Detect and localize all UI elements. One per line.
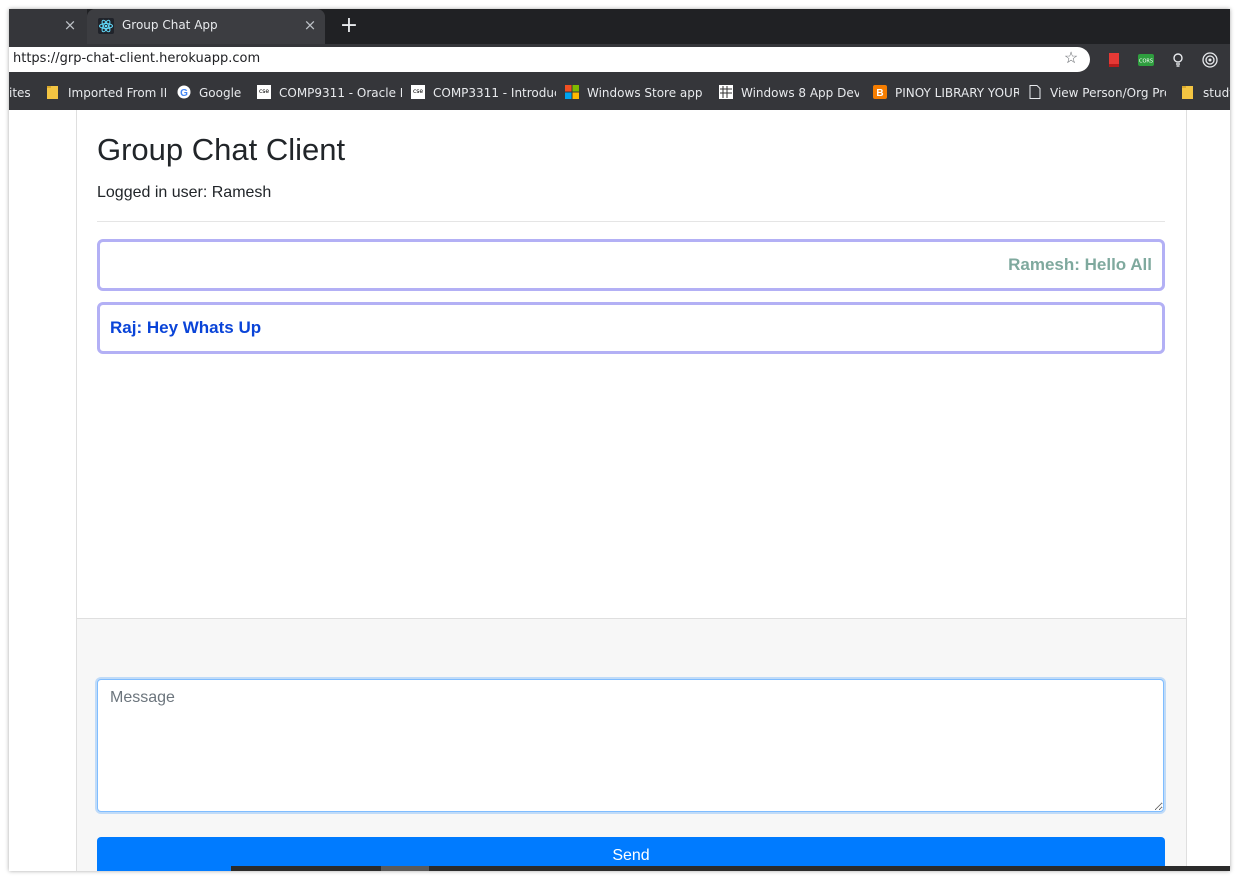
react-icon bbox=[98, 18, 114, 34]
folder-icon bbox=[47, 86, 58, 99]
bookmark-comp3311[interactable]: cse COMP3311 - Introduc bbox=[411, 85, 556, 101]
bookmark-label: Google bbox=[199, 86, 242, 100]
page-viewport: Group Chat Client Logged in user: Ramesh… bbox=[9, 110, 1230, 871]
close-icon[interactable]: × bbox=[62, 17, 78, 33]
bookmark-label: study bbox=[1203, 86, 1230, 100]
cse-icon: cse bbox=[411, 85, 425, 99]
cors-extension-icon[interactable]: CORS bbox=[1138, 52, 1154, 68]
bookmark-google[interactable]: G Google bbox=[177, 85, 247, 101]
bookmark-folder-study[interactable]: study bbox=[1181, 85, 1230, 101]
svg-text:B: B bbox=[876, 88, 883, 99]
star-icon[interactable]: ☆ bbox=[1062, 50, 1080, 68]
bookmark-label: Windows Store app d bbox=[587, 86, 703, 100]
chat-message: Raj: Hey Whats Up bbox=[97, 302, 1165, 354]
chat-card: Group Chat Client Logged in user: Ramesh… bbox=[76, 110, 1187, 871]
svg-text:cse: cse bbox=[413, 88, 423, 95]
tab-strip: × Group Chat App × + bbox=[9, 9, 1230, 44]
chat-card-footer: Send bbox=[77, 618, 1186, 871]
bookmark-label: PINOY LIBRARY YOUR bbox=[895, 86, 1019, 100]
bookmark-pinoy-library[interactable]: B PINOY LIBRARY YOUR bbox=[873, 85, 1019, 101]
address-toolbar: https://grp-chat-client.herokuapp.com ☆ … bbox=[9, 44, 1230, 75]
bookmark-label: COMP3311 - Introduc bbox=[433, 86, 556, 100]
divider bbox=[97, 221, 1165, 222]
chat-message: Ramesh: Hello All bbox=[97, 239, 1165, 291]
bookmark-label: ites bbox=[9, 86, 31, 100]
windows-icon bbox=[565, 85, 579, 99]
bookmark-label: View Person/Org Prof bbox=[1050, 86, 1166, 100]
browser-window: × Group Chat App × + https://grp-chat-cl… bbox=[9, 9, 1230, 871]
url-text[interactable]: https://grp-chat-client.herokuapp.com bbox=[13, 51, 260, 66]
bookmark-extension-icon[interactable] bbox=[1106, 52, 1122, 68]
tab-title: Group Chat App bbox=[122, 18, 218, 32]
tab-active[interactable]: Group Chat App × bbox=[87, 9, 325, 44]
bookmark-windows-store[interactable]: Windows Store app d bbox=[565, 85, 703, 101]
address-bar[interactable]: https://grp-chat-client.herokuapp.com ☆ bbox=[9, 47, 1090, 72]
google-icon: G bbox=[177, 85, 191, 99]
blogger-icon: B bbox=[873, 85, 887, 99]
new-tab-button[interactable]: + bbox=[338, 15, 360, 37]
svg-text:G: G bbox=[180, 88, 188, 99]
chat-message-text: Ramesh: Hello All bbox=[1008, 255, 1152, 274]
grid-icon bbox=[719, 85, 733, 99]
bookmark-label: Imported From IE bbox=[68, 86, 166, 100]
lightbulb-icon[interactable] bbox=[1170, 52, 1186, 68]
bookmark-label: COMP9311 - Oracle L bbox=[279, 86, 402, 100]
page-icon bbox=[1029, 85, 1041, 99]
bookmark-folder-imported[interactable]: Imported From IE bbox=[46, 85, 166, 101]
svg-text:cse: cse bbox=[259, 88, 269, 95]
chat-message-text: Raj: Hey Whats Up bbox=[110, 318, 262, 337]
bookmark-comp9311[interactable]: cse COMP9311 - Oracle L bbox=[257, 85, 402, 101]
folder-icon bbox=[1182, 86, 1193, 99]
message-input[interactable] bbox=[97, 679, 1164, 812]
cse-icon: cse bbox=[257, 85, 271, 99]
bookmark-windows8[interactable]: Windows 8 App Deve bbox=[719, 85, 859, 101]
bookmarks-bar: ites Imported From IE G Google cse COMP931… bbox=[9, 75, 1230, 110]
taskbar-strip bbox=[9, 866, 1230, 871]
bookmark-label: Windows 8 App Deve bbox=[741, 86, 859, 100]
svg-text:CORS: CORS bbox=[1139, 59, 1153, 65]
close-icon[interactable]: × bbox=[302, 17, 318, 33]
page-title: Group Chat Client bbox=[97, 132, 346, 167]
tab-previous[interactable]: × bbox=[9, 9, 87, 44]
chat-card-body: Group Chat Client Logged in user: Ramesh… bbox=[77, 110, 1186, 618]
target-icon[interactable] bbox=[1202, 52, 1218, 68]
bookmark-view-person[interactable]: View Person/Org Prof bbox=[1028, 85, 1166, 101]
logged-in-user: Logged in user: Ramesh bbox=[97, 184, 272, 201]
bookmark-item[interactable]: ites bbox=[9, 85, 33, 101]
